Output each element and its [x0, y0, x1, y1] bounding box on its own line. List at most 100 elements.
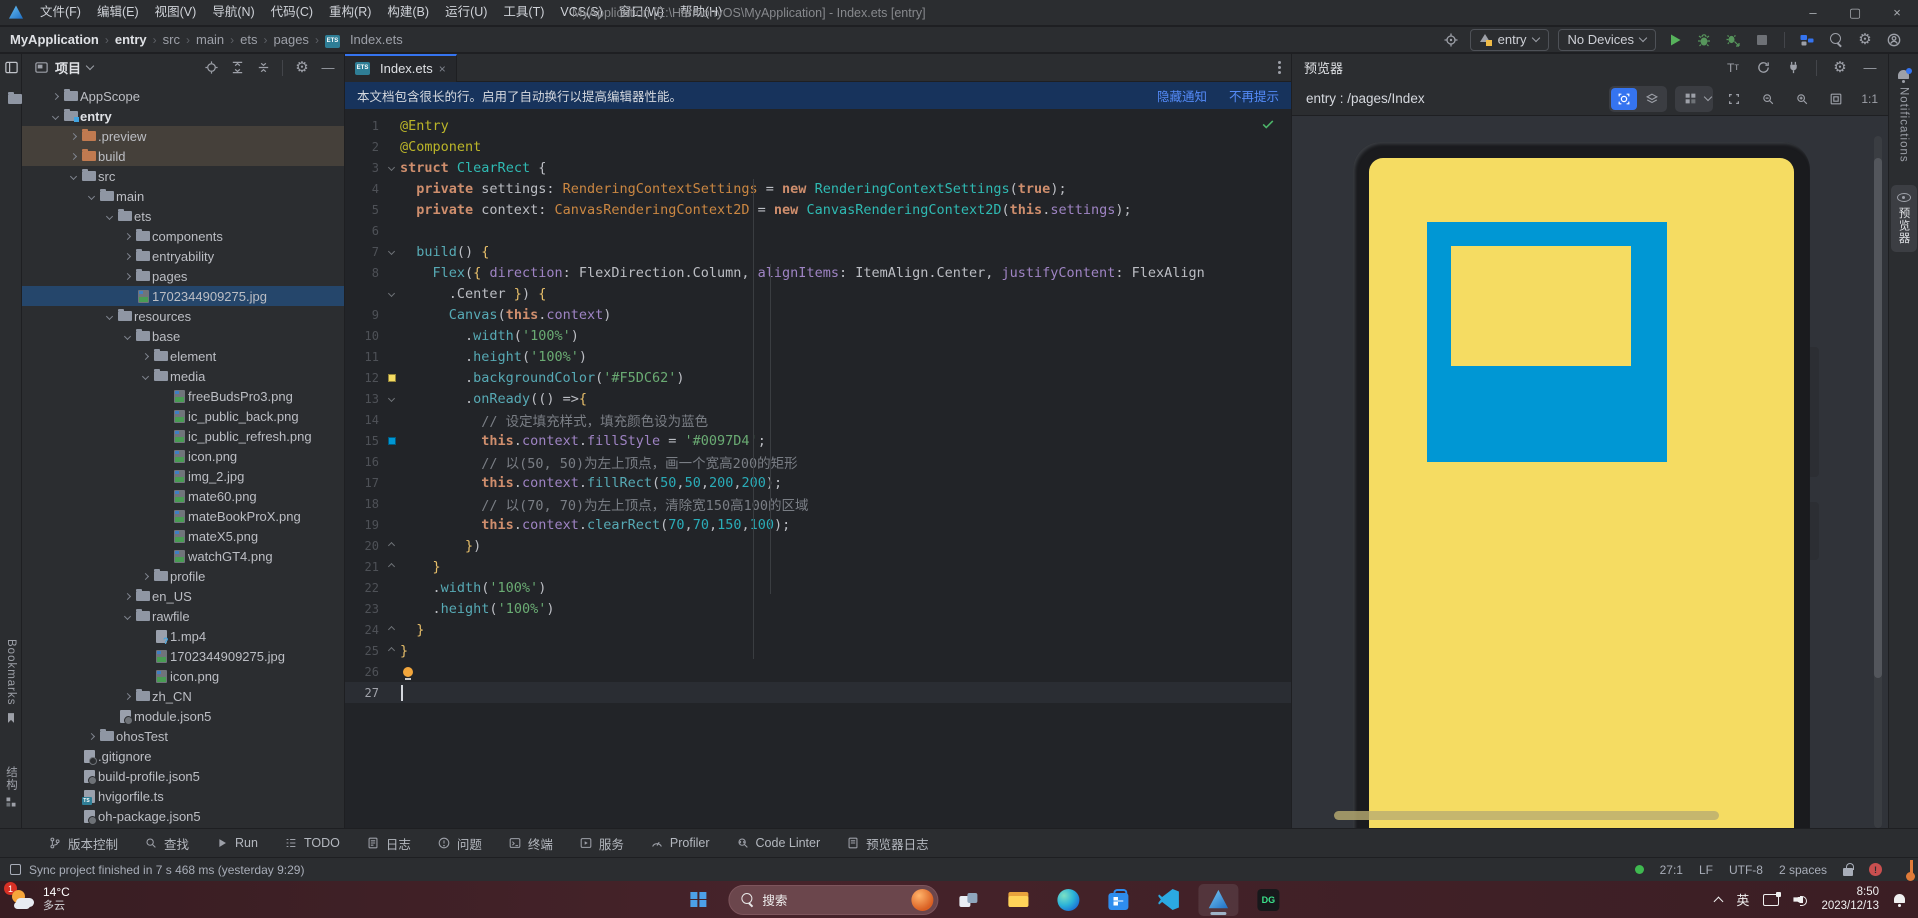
tree-item-entryability[interactable]: entryability — [22, 246, 344, 266]
tree-item-hvigorfile.ts[interactable]: hvigorfile.ts — [22, 786, 344, 806]
breadcrumb-item[interactable]: ets — [240, 32, 257, 47]
menu-item[interactable]: 编辑(E) — [89, 0, 147, 25]
fold-marker-icon[interactable] — [387, 625, 396, 634]
speaker-icon[interactable] — [1793, 894, 1808, 906]
grid-selector[interactable] — [1675, 85, 1714, 112]
plug-icon[interactable] — [1783, 58, 1803, 78]
tree-item-1702344909275.jpg[interactable]: 1702344909275.jpg — [22, 286, 344, 306]
tree-chevron-icon[interactable] — [48, 112, 62, 120]
tab-index-ets[interactable]: ETS Index.ets × — [345, 53, 457, 82]
breadcrumb-item[interactable]: entry — [115, 32, 147, 47]
search-icon[interactable] — [1826, 30, 1846, 50]
tree-item-1702344909275.jpg[interactable]: 1702344909275.jpg — [22, 646, 344, 666]
layers-icon[interactable] — [1639, 88, 1665, 110]
tree-chevron-icon[interactable] — [66, 132, 80, 140]
network-icon[interactable] — [1763, 891, 1782, 906]
device-locate-icon[interactable] — [1441, 30, 1461, 50]
tree-chevron-icon[interactable] — [138, 352, 152, 360]
minimize-button[interactable]: – — [1792, 0, 1834, 25]
tree-chevron-icon[interactable] — [120, 692, 134, 700]
device-selector[interactable]: No Devices — [1557, 28, 1656, 51]
tool-window-search[interactable]: 查找 — [144, 834, 189, 853]
clock-widget[interactable]: 8:50 2023/12/13 — [1821, 886, 1879, 914]
tree-chevron-icon[interactable] — [102, 212, 116, 220]
tree-chevron-icon[interactable] — [48, 92, 62, 100]
tree-item-resources[interactable]: resources — [22, 306, 344, 326]
tree-item-AppScope[interactable]: AppScope — [22, 86, 344, 106]
start-button[interactable] — [678, 884, 718, 916]
tree-chevron-icon[interactable] — [120, 612, 134, 620]
previewer-tool-button[interactable]: 预览器 — [1890, 184, 1917, 253]
tool-window-log[interactable]: 日志 — [366, 834, 411, 853]
minimize-panel-icon[interactable]: — — [1860, 58, 1880, 78]
project-structure-icon[interactable] — [1797, 30, 1817, 50]
fold-marker-icon[interactable] — [387, 541, 396, 550]
run-icon[interactable] — [1665, 30, 1685, 50]
error-badge-icon[interactable]: ! — [1869, 863, 1882, 876]
close-button[interactable]: × — [1876, 0, 1918, 25]
fold-marker-icon[interactable] — [387, 289, 396, 298]
tree-chevron-icon[interactable] — [66, 152, 80, 160]
menu-item[interactable]: 导航(N) — [204, 0, 262, 25]
tree-item-1.mp4[interactable]: 1.mp4 — [22, 626, 344, 646]
tree-item-build-profile.json5[interactable]: build-profile.json5 — [22, 766, 344, 786]
tree-item-entry[interactable]: entry — [22, 106, 344, 126]
bookmarks-tool-button[interactable]: Bookmarks — [0, 639, 22, 725]
breadcrumb-item[interactable]: pages — [274, 32, 309, 47]
breadcrumb-item[interactable]: main — [196, 32, 224, 47]
tree-chevron-icon[interactable] — [84, 732, 98, 740]
intention-bulb-icon[interactable] — [403, 666, 413, 680]
fold-marker-icon[interactable] — [387, 163, 396, 172]
breadcrumb-item[interactable]: MyApplication — [10, 32, 99, 47]
code-editor[interactable]: 1 @Entry 2 @Component 3 struct ClearRect {4 p… — [345, 109, 1291, 828]
tree-item-base[interactable]: base — [22, 326, 344, 346]
tree-item-freeBudsPro3.png[interactable]: freeBudsPro3.png — [22, 386, 344, 406]
zoom-ratio-label[interactable]: 1:1 — [1861, 92, 1878, 106]
settings-icon[interactable]: ⚙ — [1855, 30, 1875, 50]
tree-item-oh-package.json5[interactable]: oh-package.json5 — [22, 806, 344, 826]
ime-indicator[interactable]: 英 — [1736, 890, 1749, 909]
tree-item-zh_CN[interactable]: zh_CN — [22, 686, 344, 706]
minimize-panel-icon[interactable]: — — [318, 58, 338, 78]
structure-tool-button[interactable]: 结构 — [0, 766, 22, 808]
taskbar-search[interactable]: 搜索 — [728, 884, 939, 915]
task-view-button[interactable] — [948, 884, 988, 916]
tree-item-main[interactable]: main — [22, 186, 344, 206]
previewer-vscrollbar[interactable] — [1874, 136, 1882, 828]
tree-chevron-icon[interactable] — [66, 172, 80, 180]
fold-marker-icon[interactable] — [387, 247, 396, 256]
notification-center-icon[interactable] — [1893, 893, 1906, 907]
tree-item-rawfile[interactable]: rawfile — [22, 606, 344, 626]
expand-all-icon[interactable] — [227, 58, 247, 78]
tree-item-ic_public_back.png[interactable]: ic_public_back.png — [22, 406, 344, 426]
font-size-icon[interactable]: Tт — [1723, 58, 1743, 78]
tree-item-mateBookProX.png[interactable]: mateBookProX.png — [22, 506, 344, 526]
tree-chevron-icon[interactable] — [120, 232, 134, 240]
menu-item[interactable]: 视图(V) — [147, 0, 205, 25]
attach-debugger-icon[interactable] — [1723, 30, 1743, 50]
tree-item-.gitignore[interactable]: .gitignore — [22, 746, 344, 766]
file-explorer-button[interactable] — [998, 884, 1038, 916]
tool-window-profiler[interactable]: Profiler — [650, 836, 710, 850]
fold-marker-icon[interactable] — [387, 646, 396, 655]
frame-icon[interactable] — [1721, 88, 1747, 110]
refresh-icon[interactable] — [1753, 58, 1773, 78]
tree-item-ic_public_refresh.png[interactable]: ic_public_refresh.png — [22, 426, 344, 446]
collapse-all-icon[interactable] — [253, 58, 273, 78]
zoom-out-icon[interactable] — [1755, 88, 1781, 110]
tool-window-play[interactable]: Run — [215, 836, 258, 850]
inspection-ok-icon[interactable] — [1261, 117, 1275, 131]
project-tool-button[interactable] — [0, 60, 22, 75]
tool-window-linter[interactable]: Code Linter — [736, 836, 820, 850]
caret-position[interactable]: 27:1 — [1660, 863, 1683, 877]
device-screen[interactable] — [1369, 158, 1794, 828]
tree-item-mate60.png[interactable]: mate60.png — [22, 486, 344, 506]
dismiss-notification-link[interactable]: 不再提示 — [1229, 86, 1279, 105]
tool-window-branch[interactable]: 版本控制 — [48, 834, 118, 853]
tree-item-icon.png[interactable]: icon.png — [22, 666, 344, 686]
fold-marker-icon[interactable] — [387, 394, 396, 403]
fold-marker-icon[interactable] — [387, 562, 396, 571]
menu-item[interactable]: 构建(B) — [379, 0, 437, 25]
tab-options-kebab-icon[interactable] — [1278, 61, 1281, 74]
tree-chevron-icon[interactable] — [138, 572, 152, 580]
